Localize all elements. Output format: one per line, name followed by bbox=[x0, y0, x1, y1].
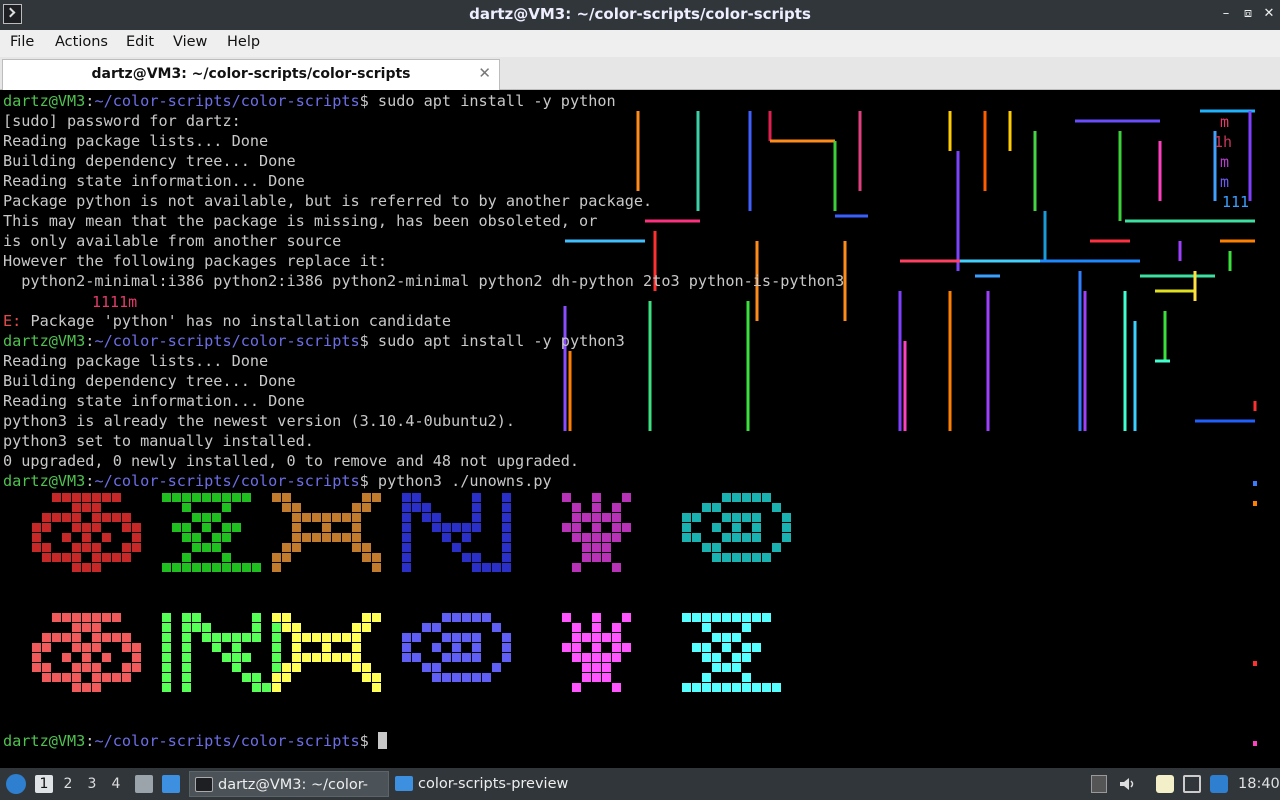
clipboard-icon[interactable] bbox=[1156, 775, 1174, 793]
active-prompt-line[interactable]: dartz@VM3:~/color-scripts/color-scripts$ bbox=[3, 731, 844, 751]
window-titlebar: dartz@VM3: ~/color-scripts/color-scripts… bbox=[0, 0, 1280, 30]
file-manager-icon[interactable] bbox=[135, 775, 153, 793]
line-text: sudo apt install -y python bbox=[368, 92, 616, 110]
prompt-user: dartz@VM3 bbox=[3, 732, 86, 750]
output-line: Building dependency tree... Done bbox=[3, 151, 844, 171]
line-text: python2-minimal:i386 python2:i386 python… bbox=[3, 272, 845, 290]
pipe-text: m bbox=[1220, 173, 1230, 191]
text-cursor bbox=[377, 732, 387, 749]
task-terminal-label: dartz@VM3: ~/color-s... bbox=[218, 777, 369, 793]
menu-actions[interactable]: Actions bbox=[55, 34, 108, 50]
close-button[interactable]: ✕ bbox=[1261, 6, 1277, 22]
tab-terminal[interactable]: dartz@VM3: ~/color-scripts/color-scripts… bbox=[2, 59, 500, 90]
menu-help[interactable]: Help bbox=[227, 34, 260, 50]
tab-bar: dartz@VM3: ~/color-scripts/color-scripts… bbox=[0, 57, 1280, 90]
workspace-1[interactable]: 1 bbox=[35, 775, 53, 793]
menu-view[interactable]: View bbox=[173, 34, 207, 50]
terminal-view[interactable]: dartz@VM3:~/color-scripts/color-scripts$… bbox=[0, 91, 1280, 768]
clock: 18:40 bbox=[1238, 776, 1280, 792]
output-line: Reading state information... Done bbox=[3, 391, 844, 411]
pipe-text: 111 bbox=[1222, 193, 1250, 211]
tab-close-icon[interactable]: ✕ bbox=[478, 64, 491, 82]
output-line: Reading package lists... Done bbox=[3, 131, 844, 151]
taskbar: 1 2 3 4 dartz@VM3: ~/color-s... color-sc… bbox=[0, 768, 1280, 800]
line-text: Reading package lists... Done bbox=[3, 132, 269, 150]
line-text: Package python is not available, but is … bbox=[3, 192, 653, 210]
line-text: sudo apt install -y python3 bbox=[368, 332, 625, 350]
folder-icon bbox=[395, 776, 413, 791]
start-menu-icon[interactable] bbox=[6, 774, 26, 794]
volume-icon[interactable] bbox=[1118, 775, 1136, 793]
output-line: Reading package lists... Done bbox=[3, 351, 844, 371]
tray-up-icon[interactable] bbox=[1091, 775, 1107, 793]
output-line: python2-minimal:i386 python2:i386 python… bbox=[3, 271, 844, 291]
output-line: Building dependency tree... Done bbox=[3, 371, 844, 391]
line-text: Reading package lists... Done bbox=[3, 352, 269, 370]
line-text: Building dependency tree... Done bbox=[3, 372, 296, 390]
output-line: python3 is already the newest version (3… bbox=[3, 411, 844, 431]
line-text: Reading state information... Done bbox=[3, 392, 305, 410]
terminal-output: dartz@VM3:~/color-scripts/color-scripts$… bbox=[3, 91, 844, 751]
pipe-text: m bbox=[1220, 113, 1230, 131]
prompt-path: ~/color-scripts/color-scripts bbox=[94, 732, 360, 750]
line-text: This may mean that the package is missin… bbox=[3, 212, 598, 230]
line-text: Package 'python' has no installation can… bbox=[21, 312, 452, 330]
command-line: dartz@VM3:~/color-scripts/color-scripts$… bbox=[3, 331, 844, 351]
pipe-text: 1111m bbox=[92, 293, 138, 311]
maximize-button[interactable]: ⧈ bbox=[1240, 6, 1256, 22]
pipe-text: 1h bbox=[1214, 133, 1233, 151]
task-color-scripts-preview[interactable]: color-scripts-preview bbox=[390, 771, 590, 797]
line-text: python3 set to manually installed. bbox=[3, 432, 314, 450]
line-text: is only available from another source bbox=[3, 232, 342, 250]
line-text: 0 upgraded, 0 newly installed, 0 to remo… bbox=[3, 452, 580, 470]
updates-icon[interactable] bbox=[1210, 775, 1228, 793]
output-line: 0 upgraded, 0 newly installed, 0 to remo… bbox=[3, 451, 844, 471]
line-text: Building dependency tree... Done bbox=[3, 152, 296, 170]
line-text: python3 is already the newest version (3… bbox=[3, 412, 516, 430]
prompt-symbol: $ bbox=[359, 732, 369, 750]
workspace-4[interactable]: 4 bbox=[107, 775, 125, 793]
task-preview-label: color-scripts-preview bbox=[418, 776, 569, 792]
prompt-symbol: $ bbox=[359, 332, 369, 350]
minimize-button[interactable]: – bbox=[1218, 6, 1234, 22]
menu-file[interactable]: File bbox=[10, 34, 34, 50]
network-icon[interactable] bbox=[1183, 775, 1201, 793]
window-title: dartz@VM3: ~/color-scripts/color-scripts bbox=[469, 5, 811, 23]
output-line: However the following packages replace i… bbox=[3, 251, 844, 271]
task-terminal[interactable]: dartz@VM3: ~/color-s... bbox=[189, 771, 389, 797]
menu-edit[interactable]: Edit bbox=[126, 34, 154, 50]
pipe-text: m bbox=[1220, 153, 1230, 171]
output-line: python3 set to manually installed. bbox=[3, 431, 844, 451]
prompt-user: dartz@VM3 bbox=[3, 92, 86, 110]
workspace-2[interactable]: 2 bbox=[59, 775, 77, 793]
prompt-symbol: $ bbox=[359, 472, 369, 490]
menu-bar: File Actions Edit View Help bbox=[0, 30, 1280, 57]
line-text: python3 ./unowns.py bbox=[368, 472, 552, 490]
output-line: [sudo] password for dartz: bbox=[3, 111, 844, 131]
show-desktop-icon[interactable] bbox=[162, 775, 180, 793]
terminal-icon bbox=[195, 777, 213, 792]
output-line: Reading state information... Done bbox=[3, 171, 844, 191]
line-text: [sudo] password for dartz: bbox=[3, 112, 241, 130]
line-text: However the following packages replace i… bbox=[3, 252, 388, 270]
error-prefix: E: bbox=[3, 312, 22, 330]
output-line: Package python is not available, but is … bbox=[3, 191, 844, 211]
prompt-symbol: $ bbox=[359, 92, 369, 110]
prompt-path: ~/color-scripts/color-scripts bbox=[94, 92, 360, 110]
error-line: E: Package 'python' has no installation … bbox=[3, 311, 844, 331]
prompt-path: ~/color-scripts/color-scripts bbox=[94, 332, 360, 350]
prompt-path: ~/color-scripts/color-scripts bbox=[94, 472, 360, 490]
output-line: This may mean that the package is missin… bbox=[3, 211, 844, 231]
prompt-user: dartz@VM3 bbox=[3, 472, 86, 490]
command-line: dartz@VM3:~/color-scripts/color-scripts$… bbox=[3, 471, 844, 491]
prompt-user: dartz@VM3 bbox=[3, 332, 86, 350]
output-line: is only available from another source bbox=[3, 231, 844, 251]
unown-area bbox=[3, 491, 844, 731]
command-input[interactable] bbox=[369, 732, 378, 750]
workspace-3[interactable]: 3 bbox=[83, 775, 101, 793]
line-text: Reading state information... Done bbox=[3, 172, 305, 190]
tab-label: dartz@VM3: ~/color-scripts/color-scripts bbox=[91, 66, 411, 82]
command-line: dartz@VM3:~/color-scripts/color-scripts$… bbox=[3, 91, 844, 111]
